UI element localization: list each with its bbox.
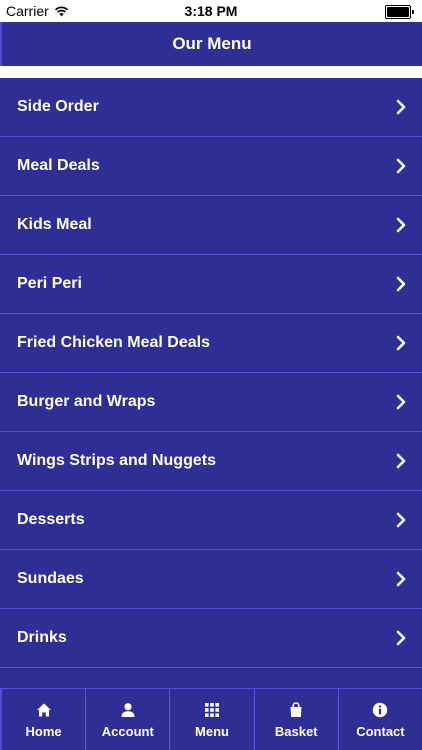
status-time: 3:18 PM [184,3,238,19]
tab-label: Menu [195,724,229,739]
tab-label: Basket [274,724,318,739]
menu-item-fried-chicken-meal-deals[interactable]: Fried Chicken Meal Deals [0,314,422,373]
navigation-bar: Our Menu [0,22,422,66]
chevron-right-icon [394,394,408,410]
menu-item-desserts[interactable]: Desserts [0,491,422,550]
menu-item-label: Fried Chicken Meal Deals [17,334,210,351]
header-separator [0,66,422,78]
bag-icon [288,700,304,720]
chevron-right-icon [394,158,408,174]
menu-item-kids-meal[interactable]: Kids Meal [0,196,422,255]
status-bar: Carrier 3:18 PM [0,0,422,22]
chevron-right-icon [394,453,408,469]
menu-list[interactable]: Side Order Meal Deals Kids Meal Peri Per… [0,78,422,688]
tab-contact[interactable]: Contact [339,689,422,750]
tab-label: Contact [356,724,405,739]
menu-item-wings-strips-nuggets[interactable]: Wings Strips and Nuggets [0,432,422,491]
tab-account[interactable]: Account [86,689,171,750]
menu-item-partial[interactable] [0,668,422,688]
menu-item-label: Side Order [17,98,99,115]
chevron-right-icon [394,571,408,587]
chevron-right-icon [394,217,408,233]
menu-item-sundaes[interactable]: Sundaes [0,550,422,609]
chevron-right-icon [394,630,408,646]
menu-item-label: Peri Peri [17,275,82,292]
menu-item-burger-and-wraps[interactable]: Burger and Wraps [0,373,422,432]
menu-item-side-order[interactable]: Side Order [0,78,422,137]
menu-item-label: Wings Strips and Nuggets [17,452,216,469]
menu-item-label: Sundaes [17,570,84,587]
tab-bar: Home Account Menu Basket Contact [0,688,422,750]
menu-item-label: Burger and Wraps [17,393,156,410]
tab-menu[interactable]: Menu [170,689,255,750]
menu-item-meal-deals[interactable]: Meal Deals [0,137,422,196]
tab-home[interactable]: Home [0,689,87,750]
menu-item-label: Drinks [17,629,67,646]
grid-icon [204,700,220,720]
menu-item-label: Kids Meal [17,216,92,233]
page-title: Our Menu [172,34,252,53]
home-icon [36,700,52,720]
chevron-right-icon [394,335,408,351]
tab-basket[interactable]: Basket [255,689,339,750]
user-icon [120,700,136,720]
info-icon [372,700,388,720]
tab-label: Account [101,724,154,739]
battery-icon [385,5,414,19]
menu-item-label: Meal Deals [17,157,100,174]
chevron-right-icon [394,276,408,292]
menu-item-label: Desserts [17,511,85,528]
chevron-right-icon [394,99,408,115]
tab-label: Home [25,724,62,739]
menu-item-drinks[interactable]: Drinks [0,609,422,668]
chevron-right-icon [394,512,408,528]
menu-item-peri-peri[interactable]: Peri Peri [0,255,422,314]
